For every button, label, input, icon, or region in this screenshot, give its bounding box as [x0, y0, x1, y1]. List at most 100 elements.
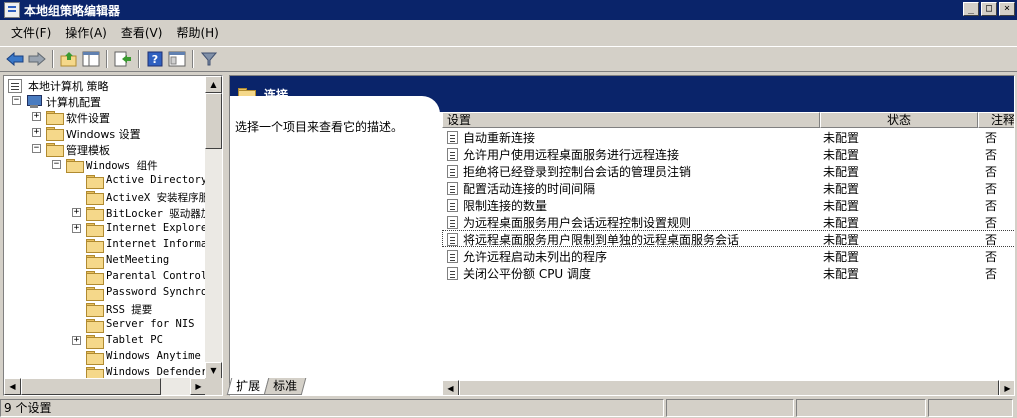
- tree-item[interactable]: + Tablet PC: [4, 333, 207, 349]
- menu-action[interactable]: 操作(A): [58, 23, 114, 43]
- column-header-status[interactable]: 状态: [820, 112, 978, 128]
- filter-button[interactable]: [198, 48, 220, 70]
- tree-item-label: 本地计算机 策略: [28, 80, 109, 93]
- column-header-note[interactable]: 注释: [978, 112, 1014, 128]
- menu-view[interactable]: 查看(V): [114, 23, 170, 43]
- app-icon: [4, 2, 20, 18]
- tree-item[interactable]: 本地计算机 策略: [4, 77, 207, 93]
- folder-icon: [86, 255, 104, 269]
- setting-note: 否: [985, 250, 998, 264]
- list-item[interactable]: 配置活动连接的时间间隔 未配置 否: [442, 179, 1014, 197]
- setting-icon: [447, 131, 458, 144]
- status-cell: [928, 399, 1013, 417]
- scroll-up-button[interactable]: ▲: [205, 76, 222, 93]
- scroll-left-button[interactable]: ◀: [4, 378, 21, 395]
- tree-item[interactable]: Windows Anytime U: [4, 349, 207, 365]
- list-item[interactable]: 允许远程启动未列出的程序 未配置 否: [442, 247, 1014, 264]
- tree-item[interactable]: ActiveX 安装程序服: [4, 189, 207, 205]
- tree-item-label: BitLocker 驱动器加: [106, 208, 207, 220]
- tree-item[interactable]: + 软件设置: [4, 109, 207, 125]
- properties-button[interactable]: [166, 48, 188, 70]
- tree-horizontal-scrollbar[interactable]: ◀ ▶: [4, 378, 207, 395]
- minimize-button[interactable]: _: [963, 2, 979, 16]
- list-item[interactable]: 限制连接的数量 未配置 否: [442, 196, 1014, 213]
- tree-item-label: Password Synchron: [106, 286, 207, 298]
- scroll-thumb[interactable]: [459, 380, 999, 395]
- back-button[interactable]: [4, 48, 26, 70]
- forward-icon: [28, 52, 46, 66]
- collapse-icon[interactable]: −: [12, 96, 21, 105]
- collapse-icon[interactable]: −: [32, 144, 41, 153]
- list-item[interactable]: 自动重新连接 未配置 否: [442, 128, 1014, 145]
- setting-icon: [447, 165, 458, 178]
- scroll-thumb[interactable]: [205, 93, 222, 149]
- tree-item[interactable]: − 管理模板: [4, 141, 207, 157]
- maximize-button[interactable]: □: [981, 2, 997, 16]
- tree-item-label: Server for NIS: [106, 318, 195, 330]
- export-list-button[interactable]: [112, 48, 134, 70]
- tree-item[interactable]: + Windows 设置: [4, 125, 207, 141]
- list-horizontal-scrollbar[interactable]: ◀ ▶: [442, 380, 1014, 395]
- scroll-left-button[interactable]: ◀: [442, 380, 459, 395]
- description-text: 选择一个项目来查看它的描述。: [235, 120, 404, 134]
- folder-icon: [86, 303, 104, 317]
- menu-file[interactable]: 文件(F): [4, 23, 58, 43]
- collapse-icon[interactable]: −: [52, 160, 61, 169]
- tree-item[interactable]: RSS 提要: [4, 301, 207, 317]
- tree-item[interactable]: NetMeeting: [4, 253, 207, 269]
- up-folder-button[interactable]: [58, 48, 80, 70]
- title-bar: 本地组策略编辑器 _ □ ×: [0, 0, 1017, 20]
- tree-item-label: Parental Controls: [106, 270, 207, 282]
- menu-bar: 文件(F) 操作(A) 查看(V) 帮助(H): [0, 22, 1017, 44]
- folder-icon: [86, 351, 104, 365]
- tree-item-label: 软件设置: [66, 112, 110, 125]
- doc-icon: [8, 79, 22, 93]
- expand-icon[interactable]: +: [32, 128, 41, 137]
- tree-item[interactable]: + Internet Explorer: [4, 221, 207, 237]
- expand-icon[interactable]: +: [72, 224, 81, 233]
- toolbar-separator: [106, 50, 108, 68]
- setting-name: 为远程桌面服务用户会话远程控制设置规则: [447, 214, 691, 231]
- tree-item[interactable]: Windows Defender: [4, 365, 207, 379]
- details-pane: 连接 选择一个项目来查看它的描述。 设置 状态 注释 自动重新连接 未配置否允许用…: [229, 75, 1015, 396]
- scroll-thumb[interactable]: [21, 378, 161, 395]
- setting-label: 关闭公平份额 CPU 调度: [463, 267, 592, 281]
- expand-icon[interactable]: +: [32, 112, 41, 121]
- tree-pane[interactable]: 本地计算机 策略 − 计算机配置 + 软件设置 + Windows 设置 − 管理模板 − Wind…: [3, 75, 223, 396]
- toolbar-separator: [192, 50, 194, 68]
- list-item[interactable]: 为远程桌面服务用户会话远程控制设置规则 未配置 否: [442, 213, 1014, 231]
- tree-item[interactable]: − 计算机配置: [4, 93, 207, 109]
- tab-extended[interactable]: 扩展: [226, 378, 270, 395]
- tree-item[interactable]: Parental Controls: [4, 269, 207, 285]
- tree-item[interactable]: Server for NIS: [4, 317, 207, 333]
- help-button[interactable]: ?: [144, 48, 166, 70]
- tab-standard[interactable]: 标准: [263, 378, 307, 395]
- expand-icon[interactable]: +: [72, 208, 81, 217]
- list-item[interactable]: 允许用户使用远程桌面服务进行远程连接 未配置 否: [442, 145, 1014, 162]
- tree-item[interactable]: Password Synchron: [4, 285, 207, 301]
- list-item[interactable]: 关闭公平份额 CPU 调度 未配置 否: [442, 264, 1014, 281]
- expand-icon[interactable]: +: [72, 336, 81, 345]
- list-item[interactable]: 将远程桌面服务用户限制到单独的远程桌面服务会话 未配置 否: [442, 230, 1014, 247]
- list-item[interactable]: 拒绝将已经登录到控制台会话的管理员注销 未配置 否: [442, 162, 1014, 179]
- forward-button[interactable]: [26, 48, 48, 70]
- menu-help[interactable]: 帮助(H): [169, 23, 225, 43]
- setting-status: 未配置: [823, 182, 860, 196]
- setting-note: 否: [985, 267, 998, 281]
- column-header-setting[interactable]: 设置: [442, 112, 820, 128]
- scroll-right-button[interactable]: ▶: [999, 380, 1014, 395]
- setting-note: 否: [985, 131, 998, 145]
- folder-icon: [66, 159, 84, 173]
- tree-item[interactable]: − Windows 组件: [4, 157, 207, 173]
- scroll-down-button[interactable]: ▼: [205, 362, 222, 379]
- close-button[interactable]: ×: [999, 2, 1015, 16]
- window-title: 本地组策略编辑器: [24, 3, 121, 18]
- setting-name: 配置活动连接的时间间隔: [447, 180, 595, 197]
- up-folder-icon: [60, 52, 77, 67]
- show-hide-tree-button[interactable]: [80, 48, 102, 70]
- tree-item[interactable]: Internet Informati: [4, 237, 207, 253]
- tree-item[interactable]: + BitLocker 驱动器加: [4, 205, 207, 221]
- tree-item-label: Windows Anytime U: [106, 350, 207, 362]
- tree-vertical-scrollbar[interactable]: ▲ ▼: [205, 76, 222, 379]
- tree-item[interactable]: Active Directory F: [4, 173, 207, 189]
